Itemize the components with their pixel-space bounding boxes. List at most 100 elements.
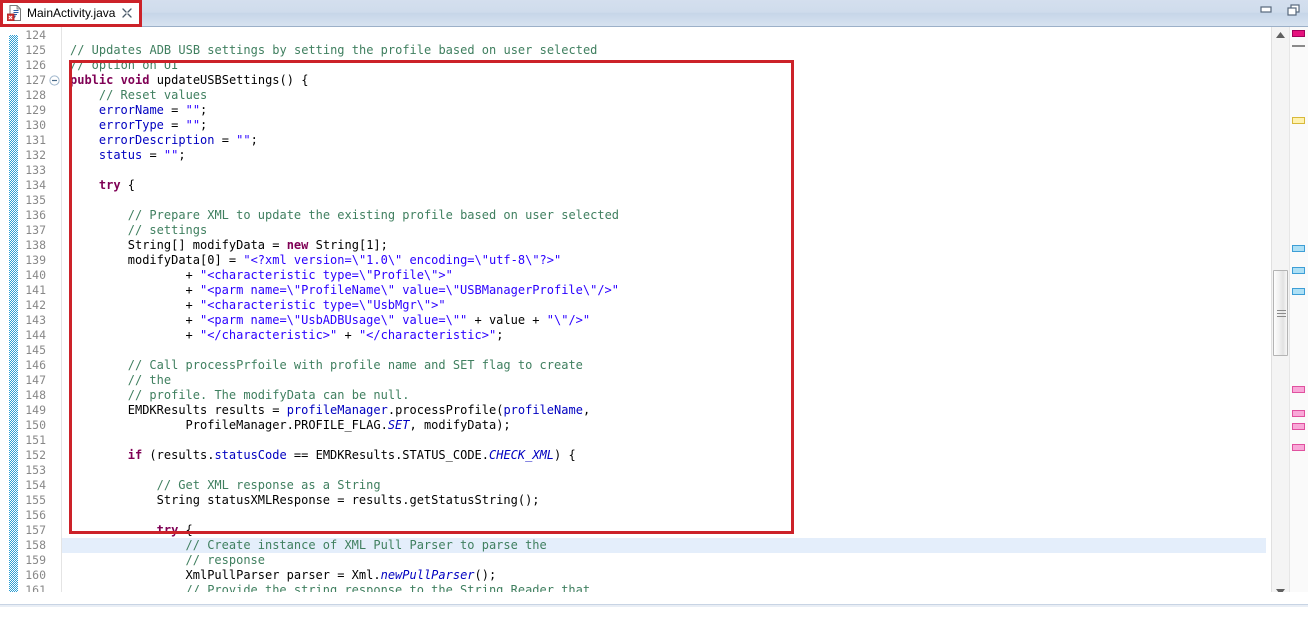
code-token-plain: modifyData[0] = [128,253,244,267]
code-token-string: "</characteristic>" [200,328,337,342]
code-line[interactable]: + "<parm name=\"ProfileName\" value=\"US… [186,283,619,298]
code-token-field: errorType [99,118,164,132]
code-token-plain: ; [178,148,185,162]
line-number: 138 [16,238,46,253]
code-token-keyword: try [99,178,121,192]
code-token-plain: ; [496,328,503,342]
code-line[interactable]: // option on UI [70,58,178,73]
code-line[interactable]: EMDKResults results = profileManager.pro… [128,403,590,418]
overview-ruler-separator [1292,45,1305,47]
line-number: 152 [16,448,46,463]
vertical-scrollbar[interactable] [1271,27,1289,625]
java-editor-window: MainActivity.java [0,0,1308,625]
restore-icon[interactable] [1286,3,1302,17]
code-line[interactable]: // Call processPrfoile with profile name… [128,358,583,373]
code-token-plain: { [178,523,192,537]
editor-tab-label: MainActivity.java [27,6,121,20]
code-token-string: "\"/>" [547,313,590,327]
tab-bar-background [0,0,1308,26]
window-bottom-fill [0,607,1308,625]
code-token-string: "<parm name=\"UsbADBUsage\" value=\"" [200,313,467,327]
code-line[interactable]: // the [128,373,171,388]
line-number: 131 [16,133,46,148]
code-line[interactable]: XmlPullParser parser = Xml.newPullParser… [186,568,497,583]
code-line[interactable]: // Create instance of XML Pull Parser to… [186,538,547,553]
occurrence-marker-3[interactable] [1292,288,1305,295]
code-line[interactable]: // response [186,553,265,568]
code-line[interactable]: // Updates ADB USB settings by setting t… [70,43,597,58]
warning-marker[interactable] [1292,117,1305,124]
code-line[interactable]: String statusXMLResponse = results.getSt… [157,493,540,508]
code-line[interactable]: if (results.statusCode == EMDKResults.ST… [128,448,576,463]
code-token-plain: = [164,103,186,117]
vertical-scroll-thumb[interactable] [1273,270,1288,356]
code-line[interactable]: status = ""; [99,148,186,163]
search-marker-3[interactable] [1292,423,1305,430]
code-token-plain: + value + [467,313,546,327]
code-line[interactable]: + "<parm name=\"UsbADBUsage\" value=\"" … [186,313,591,328]
code-line[interactable]: + "</characteristic>" + "</characteristi… [186,328,504,343]
code-token-string: "<characteristic type=\"UsbMgr\">" [200,298,446,312]
line-number: 135 [16,193,46,208]
code-token-plain: + [186,328,200,342]
line-number: 151 [16,433,46,448]
code-token-comment: // settings [128,223,207,237]
window-controls [1258,3,1302,17]
occurrence-marker-1[interactable] [1292,245,1305,252]
code-token-comment: // profile. The modifyData can be null. [128,388,410,402]
minimize-icon[interactable] [1258,3,1274,17]
code-token-plain: , [583,403,590,417]
line-number: 142 [16,298,46,313]
code-line[interactable]: errorType = ""; [99,118,207,133]
code-line[interactable]: modifyData[0] = "<?xml version=\"1.0\" e… [128,253,561,268]
folding-column[interactable] [48,27,62,599]
line-number: 139 [16,253,46,268]
code-line[interactable]: String[] modifyData = new String[1]; [128,238,388,253]
code-token-plain: ) { [554,448,576,462]
editor-body: 1241251261271281291301311321331341351361… [0,27,1308,625]
search-marker-4[interactable] [1292,444,1305,451]
code-token-comment: // the [128,373,171,387]
scroll-up-arrow-icon[interactable] [1272,27,1289,44]
error-marker[interactable] [1292,30,1305,37]
code-line[interactable]: // Reset values [99,88,207,103]
code-token-comment: // option on UI [70,58,178,72]
code-token-plain: = [214,133,236,147]
code-line[interactable]: ProfileManager.PROFILE_FLAG.SET, modifyD… [186,418,511,433]
code-line[interactable]: try { [99,178,135,193]
code-line[interactable]: errorDescription = ""; [99,133,258,148]
overview-ruler[interactable] [1289,27,1308,625]
code-token-static: newPullParser [381,568,475,582]
editor-tab-mainactivity[interactable]: MainActivity.java [2,1,139,25]
code-line[interactable]: errorName = ""; [99,103,207,118]
code-token-plain: = [164,118,186,132]
code-token-static: CHECK_XML [489,448,554,462]
line-number: 155 [16,493,46,508]
line-number: 124 [16,28,46,43]
line-number: 143 [16,313,46,328]
code-token-field: statusCode [214,448,286,462]
code-line[interactable]: + "<characteristic type=\"UsbMgr\">" [186,298,446,313]
code-token-comment: // Call processPrfoile with profile name… [128,358,583,372]
search-marker-2[interactable] [1292,410,1305,417]
search-marker-1[interactable] [1292,386,1305,393]
code-token-plain: + [186,313,200,327]
close-icon[interactable] [121,7,133,19]
collapse-fold-icon[interactable] [49,75,60,86]
code-line[interactable]: // Prepare XML to update the existing pr… [128,208,619,223]
code-token-plain: + [186,268,200,282]
line-number: 136 [16,208,46,223]
code-line[interactable]: // profile. The modifyData can be null. [128,388,410,403]
code-token-plain: String[1]; [308,238,387,252]
code-line[interactable]: try { [157,523,193,538]
code-token-field: errorName [99,103,164,117]
code-token-plain: (); [475,568,497,582]
code-line[interactable]: // Get XML response as a String [157,478,381,493]
code-line[interactable]: public void updateUSBSettings() { [70,73,308,88]
code-token-string: "</characteristic>" [359,328,496,342]
code-line[interactable]: + "<characteristic type=\"Profile\">" [186,268,453,283]
code-area[interactable]: // Updates ADB USB settings by setting t… [62,27,1266,599]
occurrence-marker-2[interactable] [1292,267,1305,274]
line-number: 144 [16,328,46,343]
code-line[interactable]: // settings [128,223,207,238]
